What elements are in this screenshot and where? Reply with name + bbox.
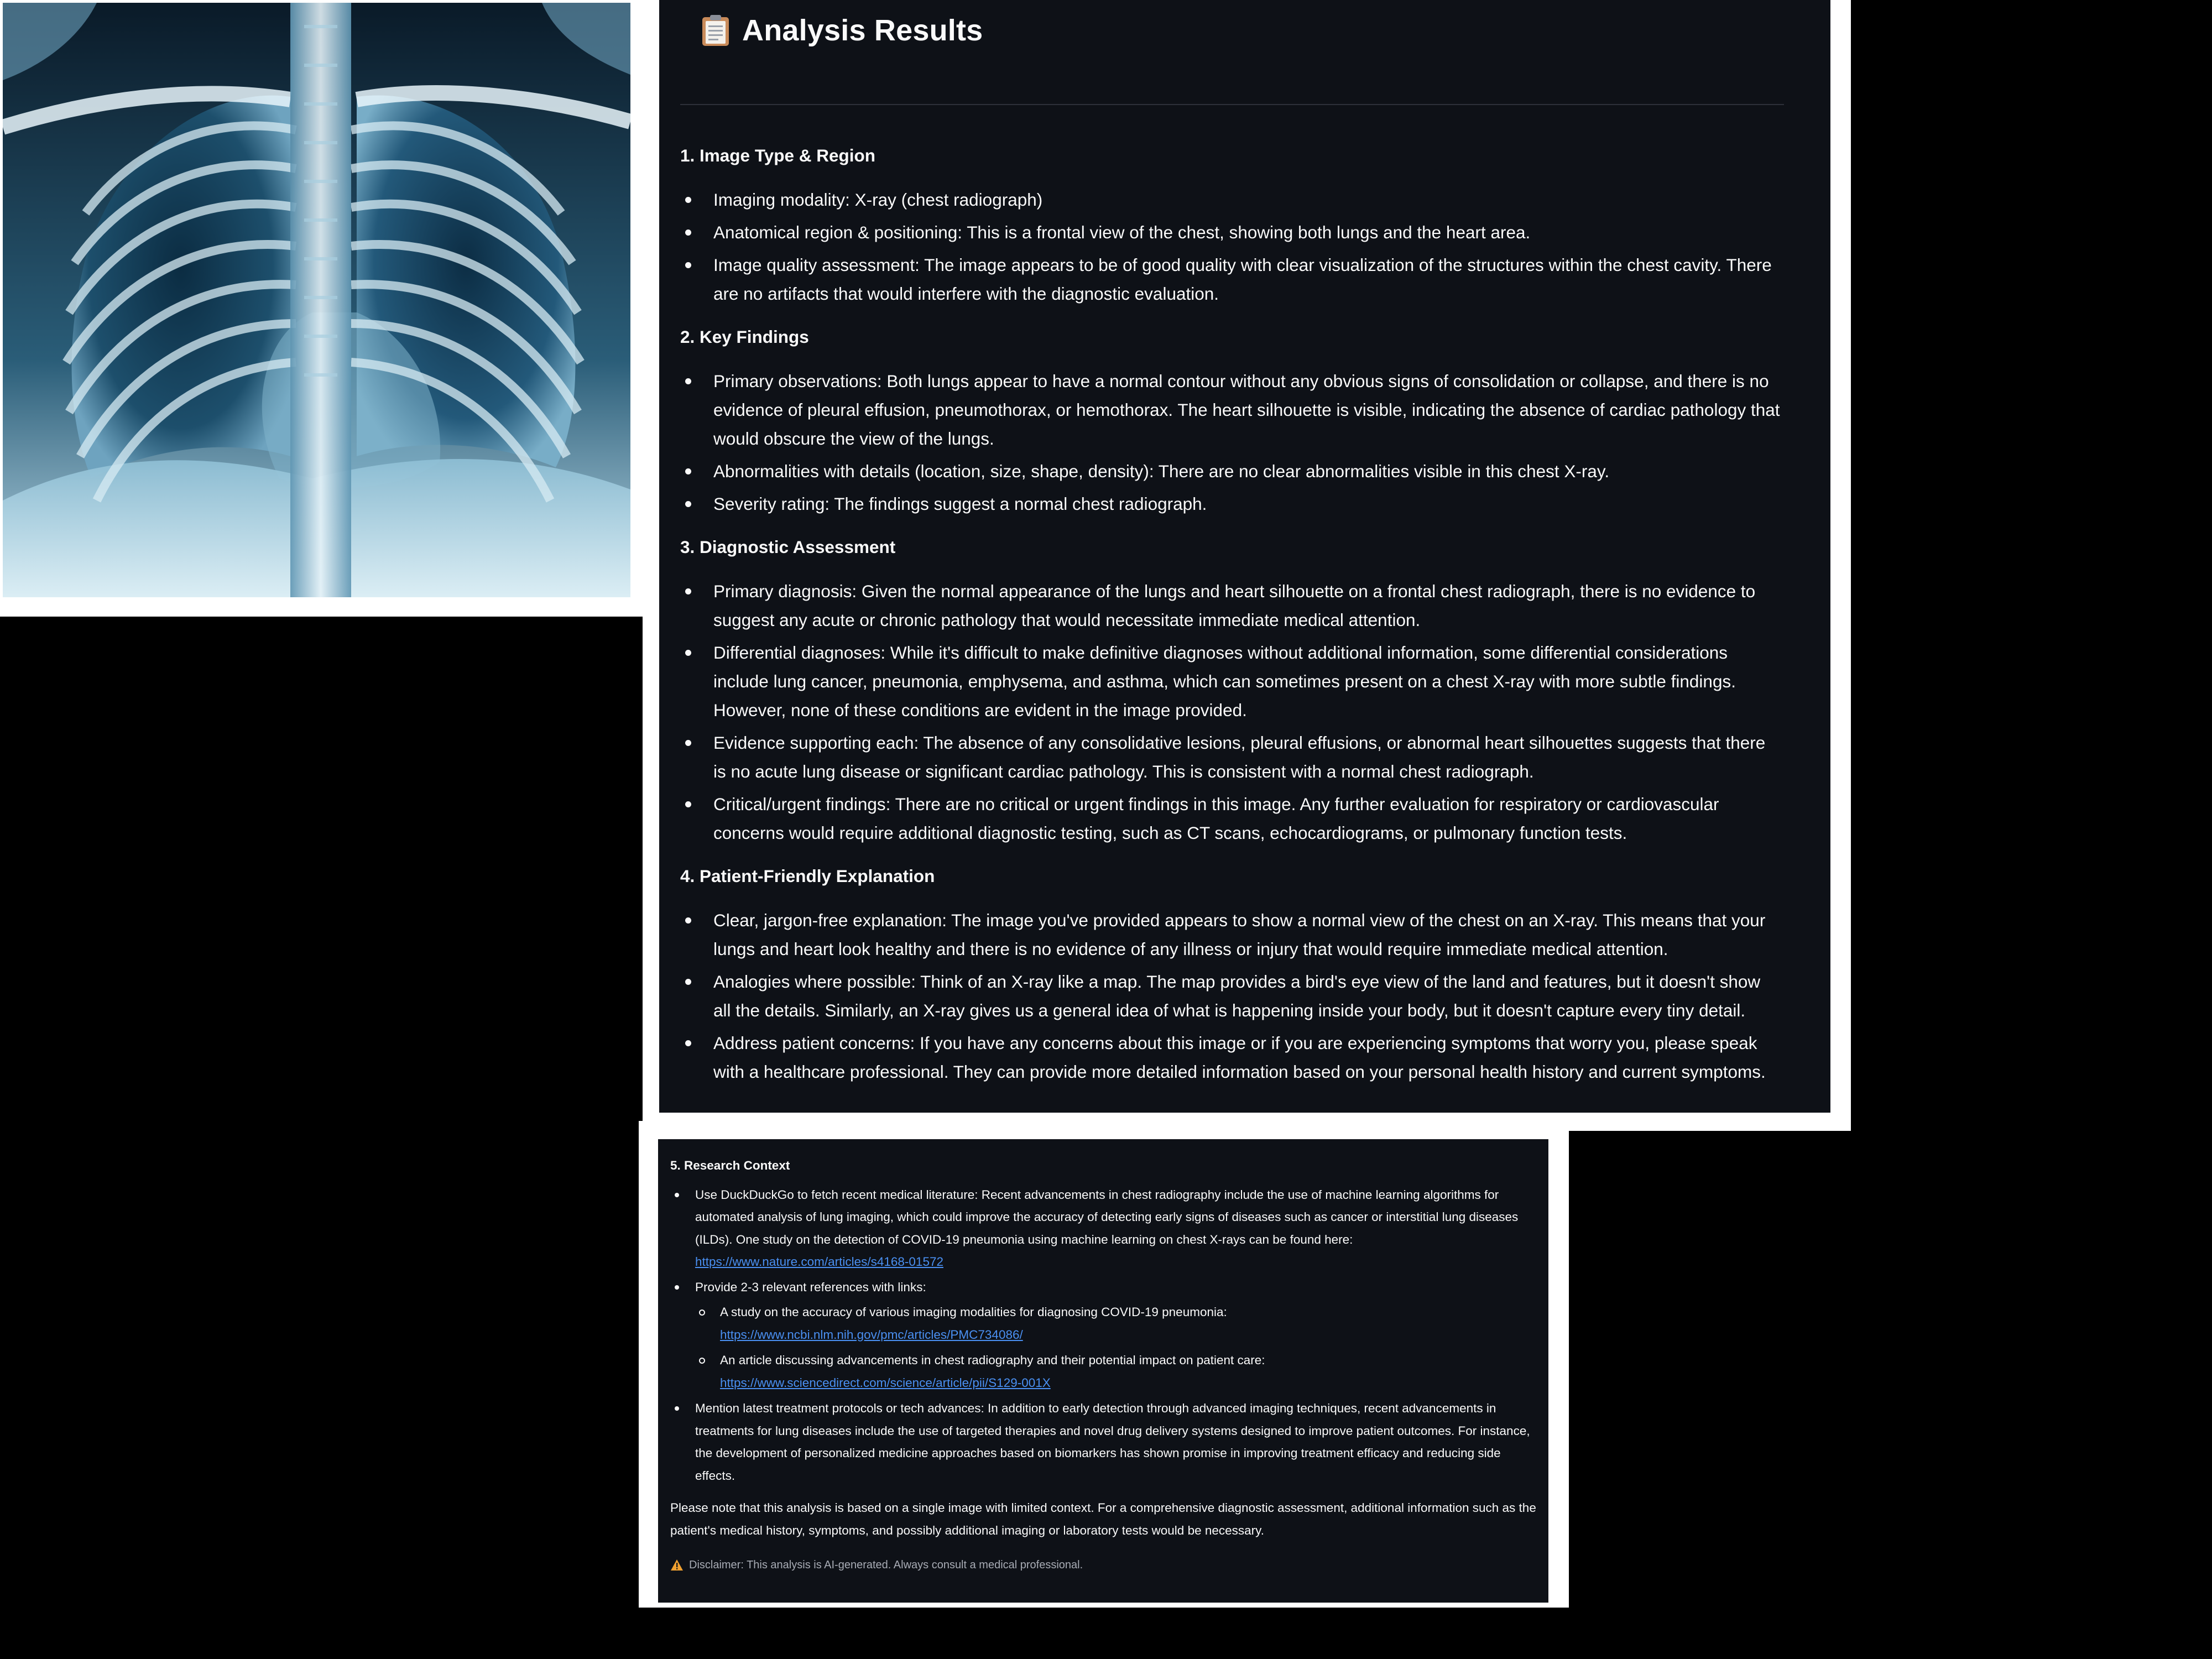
warning-icon	[671, 1559, 683, 1571]
chest-xray-image	[3, 3, 630, 597]
analysis-body: 1. Image Type & Region Imaging modality:…	[680, 130, 1781, 1090]
references-label: Provide 2-3 relevant references with lin…	[695, 1280, 926, 1294]
reference-text: A study on the accuracy of various imagi…	[720, 1305, 1227, 1319]
research-literature-text: Use DuckDuckGo to fetch recent medical l…	[695, 1187, 1519, 1246]
list-item: Analogies where possible: Think of an X-…	[680, 967, 1781, 1025]
list-item: Provide 2-3 relevant references with lin…	[670, 1276, 1538, 1395]
list-item: Abnormalities with details (location, si…	[680, 457, 1781, 486]
list-item: Clear, jargon-free explanation: The imag…	[680, 906, 1781, 963]
research-list: Use DuckDuckGo to fetch recent medical l…	[670, 1184, 1538, 1488]
xray-image-frame	[0, 0, 653, 617]
section-list-image-type: Imaging modality: X-ray (chest radiograp…	[680, 185, 1781, 308]
list-item: Address patient concerns: If you have an…	[680, 1029, 1781, 1086]
section-heading-diagnostic-assessment: 3. Diagnostic Assessment	[680, 537, 896, 557]
section-heading-research-context: 5. Research Context	[670, 1159, 790, 1172]
research-context-panel: 5. Research Context Use DuckDuckGo to fe…	[658, 1139, 1548, 1603]
clipboard-icon	[702, 15, 729, 46]
list-item: Critical/urgent findings: There are no c…	[680, 790, 1781, 847]
research-body: 5. Research Context Use DuckDuckGo to fe…	[670, 1155, 1538, 1577]
analysis-note: Please note that this analysis is based …	[670, 1501, 1536, 1537]
page-title: Analysis Results	[742, 14, 983, 47]
sciencedirect-reference-link[interactable]: https://www.sciencedirect.com/science/ar…	[720, 1372, 1538, 1395]
disclaimer: Disclaimer: This analysis is AI-generate…	[670, 1554, 1538, 1577]
section-heading-key-findings: 2. Key Findings	[680, 327, 809, 347]
list-item: Primary observations: Both lungs appear …	[680, 367, 1781, 453]
header-divider	[680, 104, 1784, 105]
list-item: Anatomical region & positioning: This is…	[680, 218, 1781, 247]
reference-item: A study on the accuracy of various imagi…	[695, 1301, 1538, 1346]
analysis-header: Analysis Results	[701, 10, 983, 51]
section-heading-patient-explanation: 4. Patient-Friendly Explanation	[680, 866, 935, 886]
references-list: A study on the accuracy of various imagi…	[695, 1301, 1538, 1394]
list-item: Use DuckDuckGo to fetch recent medical l…	[670, 1184, 1538, 1274]
ncbi-reference-link[interactable]: https://www.ncbi.nlm.nih.gov/pmc/article…	[720, 1324, 1538, 1347]
section-list-patient-explanation: Clear, jargon-free explanation: The imag…	[680, 906, 1781, 1086]
list-item: Differential diagnoses: While it's diffi…	[680, 638, 1781, 724]
analysis-results-panel: Analysis Results 1. Image Type & Region …	[659, 0, 1830, 1113]
list-item: Primary diagnosis: Given the normal appe…	[680, 577, 1781, 634]
list-item: Severity rating: The findings suggest a …	[680, 489, 1781, 518]
list-item: Mention latest treatment protocols or te…	[670, 1397, 1538, 1487]
disclaimer-text: Disclaimer: This analysis is AI-generate…	[689, 1559, 1083, 1571]
section-heading-image-type: 1. Image Type & Region	[680, 145, 875, 165]
reference-item: An article discussing advancements in ch…	[695, 1349, 1538, 1394]
list-item: Image quality assessment: The image appe…	[680, 251, 1781, 308]
nature-article-link[interactable]: https://www.nature.com/articles/s4168-01…	[695, 1251, 1538, 1274]
section-list-diagnostic-assessment: Primary diagnosis: Given the normal appe…	[680, 577, 1781, 847]
analysis-frame: Analysis Results 1. Image Type & Region …	[643, 0, 1851, 1131]
list-item: Evidence supporting each: The absence of…	[680, 728, 1781, 786]
section-list-key-findings: Primary observations: Both lungs appear …	[680, 367, 1781, 518]
list-item: Imaging modality: X-ray (chest radiograp…	[680, 185, 1781, 214]
research-frame: 5. Research Context Use DuckDuckGo to fe…	[639, 1121, 1569, 1608]
reference-text: An article discussing advancements in ch…	[720, 1353, 1265, 1367]
